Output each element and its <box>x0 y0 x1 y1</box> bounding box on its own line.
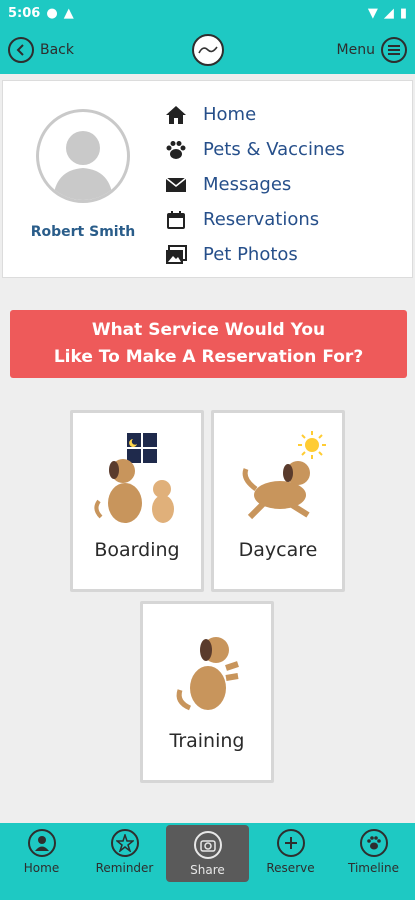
avatar[interactable] <box>36 109 130 203</box>
app-logo <box>191 34 224 66</box>
bottom-nav-label: Share <box>190 863 225 877</box>
nav-label: Pets & Vaccines <box>203 139 345 160</box>
bottom-nav-label: Reserve <box>266 861 315 875</box>
nav-label: Reservations <box>203 209 320 230</box>
calendar-icon <box>163 209 189 231</box>
signal-icon: ◢ <box>383 5 394 21</box>
menu-label: Menu <box>336 42 375 58</box>
hamburger-icon <box>381 37 407 63</box>
nav-item-pet-photos[interactable]: Pet Photos <box>163 237 345 272</box>
nav-item-messages[interactable]: Messages <box>163 167 345 202</box>
paw-icon <box>163 139 189 161</box>
service-tile-training[interactable]: Training <box>140 601 274 783</box>
banner-line-2: Like To Make A Reservation For? <box>53 347 364 367</box>
nav-label: Messages <box>203 174 292 195</box>
back-button[interactable]: Back <box>8 37 74 63</box>
wifi-icon: ▼ <box>367 5 378 21</box>
photos-icon <box>163 244 189 266</box>
back-arrow-icon <box>8 37 34 63</box>
profile-nav: Home Pets & Vaccines Messages Reservatio… <box>163 97 345 272</box>
menu-button[interactable]: Menu <box>337 37 407 63</box>
user-name: Robert Smith <box>30 224 136 240</box>
warning-icon: ▲ <box>63 5 74 21</box>
bottom-nav-label: Home <box>23 861 60 875</box>
profile-icon <box>27 829 56 857</box>
paw-icon <box>359 829 388 857</box>
bottom-nav-share[interactable]: Share <box>166 825 249 882</box>
star-icon <box>110 829 139 857</box>
bottom-nav-timeline[interactable]: Timeline <box>332 823 415 900</box>
service-prompt-banner: What Service Would You Like To Make A Re… <box>10 310 407 378</box>
service-label: Boarding <box>94 539 180 561</box>
home-icon <box>163 104 189 126</box>
service-tile-boarding[interactable]: Boarding <box>70 410 204 592</box>
service-label: Daycare <box>238 539 318 561</box>
nav-item-pets-vaccines[interactable]: Pets & Vaccines <box>163 132 345 167</box>
banner-line-1: What Service Would You <box>91 320 326 340</box>
bottom-nav-label: Reminder <box>95 861 154 875</box>
training-dog-icon <box>176 637 239 711</box>
app-header: Back Menu <box>0 26 415 74</box>
mail-icon <box>163 174 189 196</box>
bottom-nav: Home Reminder Share Reserve Timeline <box>0 823 415 900</box>
nav-item-reservations[interactable]: Reservations <box>163 202 345 237</box>
status-bar: 5:06 ● ▲ ▼ ◢ ▮ <box>0 0 415 26</box>
camera-icon <box>193 831 222 859</box>
back-label: Back <box>40 42 74 58</box>
boarding-dogs-icon <box>94 433 174 523</box>
nav-label: Home <box>203 104 257 125</box>
bottom-nav-reserve[interactable]: Reserve <box>249 823 332 900</box>
bottom-nav-label: Timeline <box>347 861 400 875</box>
nav-item-home[interactable]: Home <box>163 97 345 132</box>
plus-icon <box>276 829 305 857</box>
status-time: 5:06 <box>8 5 41 21</box>
service-tile-daycare[interactable]: Daycare <box>211 410 345 592</box>
chat-notification-icon: ● <box>46 5 58 21</box>
nav-label: Pet Photos <box>203 244 298 265</box>
profile-card: Robert Smith Home Pets & Vaccines Messag… <box>2 80 413 278</box>
daycare-dog-icon <box>242 431 326 520</box>
bottom-nav-home[interactable]: Home <box>0 823 83 900</box>
service-label: Training <box>169 730 245 752</box>
bottom-nav-reminder[interactable]: Reminder <box>83 823 166 900</box>
battery-icon: ▮ <box>399 5 407 21</box>
